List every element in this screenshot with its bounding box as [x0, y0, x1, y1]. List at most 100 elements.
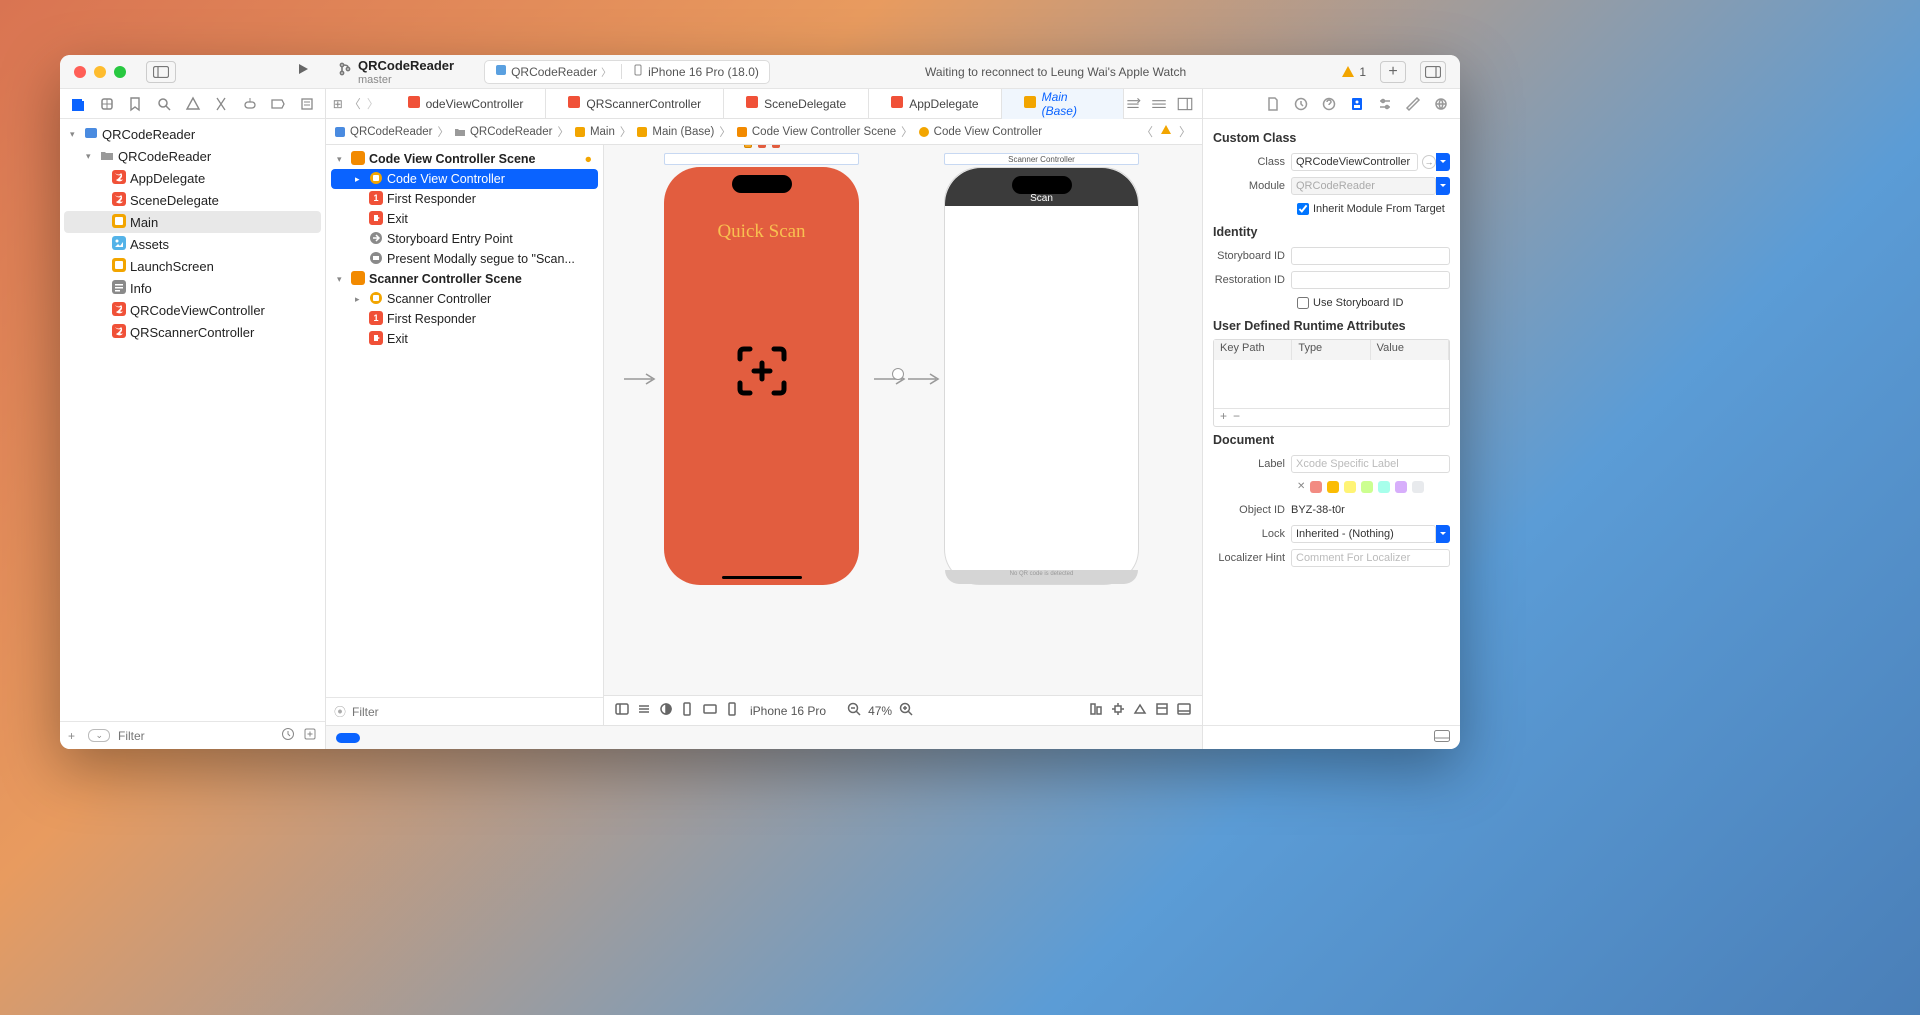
module-dropdown[interactable]: [1436, 177, 1450, 195]
scene1-handles[interactable]: [744, 145, 780, 148]
help-inspector-tab[interactable]: [1320, 95, 1338, 113]
jump-crumb-4[interactable]: Code View Controller Scene: [736, 126, 896, 138]
breakpoint-nav-tab[interactable]: [270, 95, 287, 113]
scheme-device[interactable]: iPhone 16 Pro (18.0): [621, 64, 769, 79]
navigator-filter-input[interactable]: [118, 729, 273, 743]
inherit-module-checkbox[interactable]: [1297, 203, 1309, 215]
debug-pill[interactable]: [336, 733, 360, 743]
jump-warning-icon[interactable]: [1160, 124, 1172, 139]
outline-toggle-button[interactable]: [614, 701, 630, 720]
tree-item-appdelegate[interactable]: AppDelegate: [64, 167, 321, 189]
tree-item-qrscannercontroller[interactable]: QRScannerController: [64, 321, 321, 343]
inspector-toggle-button[interactable]: [1420, 61, 1446, 83]
history-inspector-tab[interactable]: [1292, 95, 1310, 113]
jump-crumb-1[interactable]: QRCodeReader: [454, 126, 552, 138]
minimize-dot[interactable]: [94, 66, 106, 78]
tree-item-qrcodeviewcontroller[interactable]: QRCodeViewController: [64, 299, 321, 321]
test-nav-tab[interactable]: [213, 95, 230, 113]
outline-item[interactable]: Exit: [331, 329, 598, 349]
storyboard-id-field[interactable]: [1291, 247, 1450, 265]
tab-main-base-[interactable]: Main (Base): [1002, 89, 1124, 119]
file-inspector-tab[interactable]: [1264, 95, 1282, 113]
localizer-field[interactable]: Comment For Localizer: [1291, 549, 1450, 567]
tree-item-assets[interactable]: Assets: [64, 233, 321, 255]
tab-qrscannercontroller[interactable]: QRScannerController: [546, 89, 724, 119]
adjust-editor-button[interactable]: [636, 701, 652, 720]
jump-crumb-5[interactable]: Code View Controller: [918, 126, 1042, 138]
jump-crumb-0[interactable]: QRCodeReader: [334, 126, 432, 138]
filter-scope-button[interactable]: ⌄: [88, 729, 110, 742]
resolve-button[interactable]: [1132, 701, 1148, 720]
jump-fwd[interactable]: 〉: [1176, 123, 1194, 140]
runtime-attrs-table[interactable]: Key Path Type Value +−: [1213, 339, 1450, 427]
jump-back[interactable]: 〈: [1138, 123, 1156, 140]
outline-item[interactable]: ▸Scanner Controller: [331, 289, 598, 309]
restoration-id-field[interactable]: [1291, 271, 1450, 289]
source-control-nav-tab[interactable]: [99, 95, 116, 113]
editor-options-button[interactable]: [1150, 95, 1168, 113]
zoom-dot[interactable]: [114, 66, 126, 78]
lock-field[interactable]: Inherited - (Nothing): [1291, 525, 1436, 543]
run-button[interactable]: [296, 62, 310, 81]
embed-button[interactable]: [1154, 701, 1170, 720]
canvas-device-label[interactable]: iPhone 16 Pro: [750, 704, 826, 718]
outline-filter-input[interactable]: [352, 705, 595, 719]
tree-item-main[interactable]: Main: [64, 211, 321, 233]
scheme-target[interactable]: QRCodeReader 〉: [485, 64, 621, 79]
layout-landscape-button[interactable]: [702, 701, 718, 720]
related-items-button[interactable]: ⊞: [333, 97, 343, 111]
navigator-toggle-button[interactable]: [146, 61, 176, 83]
outline-item[interactable]: 1First Responder: [331, 189, 598, 209]
class-dropdown[interactable]: [1436, 153, 1450, 171]
report-nav-tab[interactable]: [299, 95, 316, 113]
editor-adjust-button[interactable]: [1124, 95, 1142, 113]
warning-badge[interactable]: 1: [1341, 65, 1366, 79]
tree-folder[interactable]: ▾ QRCodeReader: [64, 145, 321, 167]
outline-item[interactable]: Storyboard Entry Point: [331, 229, 598, 249]
add-file-button[interactable]: +: [68, 729, 80, 743]
doc-label-field[interactable]: Xcode Specific Label: [1291, 455, 1450, 473]
zoom-in-button[interactable]: [898, 701, 914, 720]
segue-node[interactable]: [892, 368, 904, 380]
class-jump-button[interactable]: →: [1422, 155, 1436, 169]
recent-button[interactable]: [281, 727, 295, 744]
tab-odeviewcontroller[interactable]: odeViewController: [386, 89, 547, 119]
close-dot[interactable]: [74, 66, 86, 78]
scheme-bar[interactable]: QRCodeReader 〉 iPhone 16 Pro (18.0): [484, 60, 770, 84]
ib-canvas[interactable]: Quick Scan: [604, 145, 1202, 695]
connections-inspector-tab[interactable]: [1432, 95, 1450, 113]
bookmark-nav-tab[interactable]: [127, 95, 144, 113]
library-button[interactable]: [1176, 701, 1192, 720]
outline-scene-0[interactable]: ▾Code View Controller Scene●: [331, 149, 598, 169]
orientation-button[interactable]: [680, 701, 696, 720]
debug-nav-tab[interactable]: [241, 95, 258, 113]
attributes-inspector-tab[interactable]: [1376, 95, 1394, 113]
jump-crumb-3[interactable]: Main (Base): [636, 126, 714, 138]
tab-scenedelegate[interactable]: SceneDelegate: [724, 89, 869, 119]
jump-crumb-2[interactable]: Main: [574, 126, 615, 138]
class-field[interactable]: QRCodeViewController: [1291, 153, 1418, 171]
tree-item-launchscreen[interactable]: LaunchScreen: [64, 255, 321, 277]
tab-appdelegate[interactable]: AppDelegate: [869, 89, 1001, 119]
doc-color-swatches[interactable]: ✕: [1213, 477, 1450, 497]
outline-item[interactable]: 1First Responder: [331, 309, 598, 329]
tree-item-scenedelegate[interactable]: SceneDelegate: [64, 189, 321, 211]
canvas-zoom-label[interactable]: 47%: [868, 704, 892, 718]
tree-item-info[interactable]: Info: [64, 277, 321, 299]
attr-remove-button[interactable]: −: [1233, 409, 1240, 426]
outline-item[interactable]: Exit: [331, 209, 598, 229]
outline-item[interactable]: ▸Code View Controller: [331, 169, 598, 189]
outline-scene-1[interactable]: ▾Scanner Controller Scene: [331, 269, 598, 289]
device-select-button[interactable]: [724, 701, 740, 720]
tree-root[interactable]: ▾ QRCodeReader: [64, 123, 321, 145]
inspector-panel-toggle[interactable]: [1434, 730, 1450, 745]
scene1-phone[interactable]: Quick Scan: [664, 167, 859, 585]
align-button[interactable]: [1088, 701, 1104, 720]
scene2-title-bar[interactable]: Scanner Controller: [944, 153, 1139, 165]
lock-dropdown[interactable]: [1436, 525, 1450, 543]
scene2-phone[interactable]: Scan No QR code is detected: [944, 167, 1139, 585]
find-nav-tab[interactable]: [156, 95, 173, 113]
editor-split-button[interactable]: [1176, 95, 1194, 113]
project-title-block[interactable]: QRCodeReader master: [338, 58, 454, 86]
attr-add-button[interactable]: +: [1220, 409, 1227, 426]
